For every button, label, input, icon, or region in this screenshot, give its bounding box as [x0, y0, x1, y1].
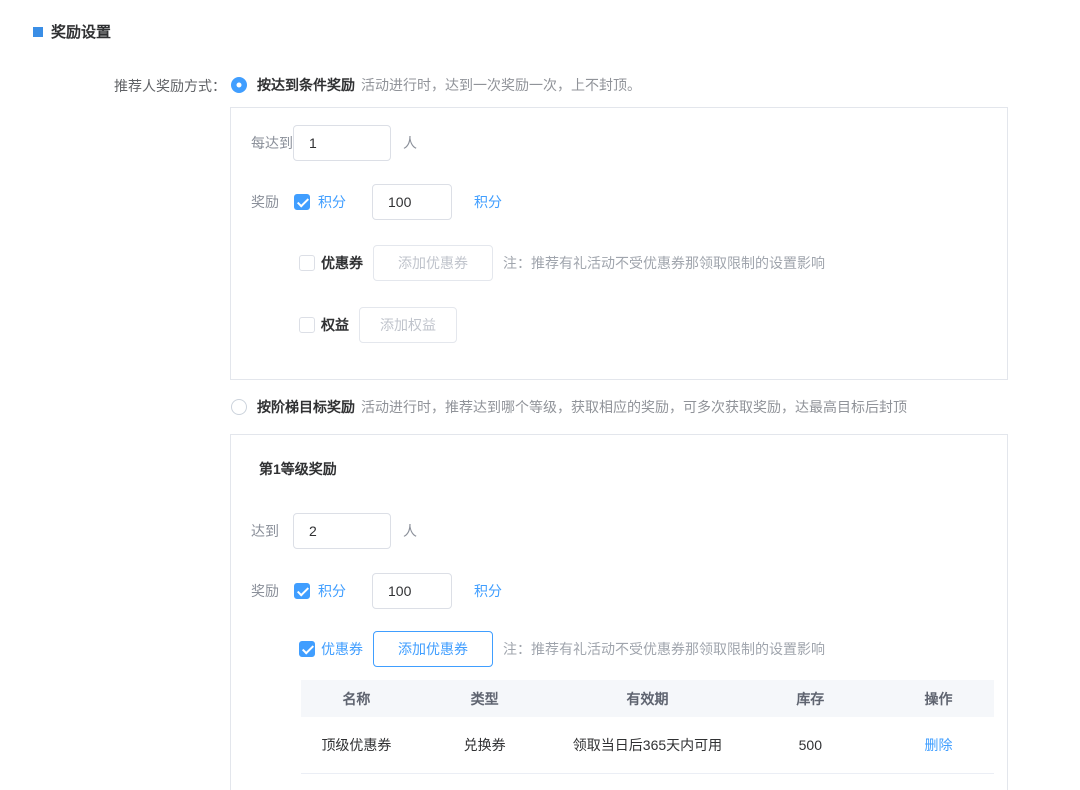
condition-reward-panel: 每达到 人 奖励 积分 积分 优惠券 添加优惠券 注：推荐有礼活动不受优惠券那领…	[230, 107, 1008, 380]
add-coupon-button[interactable]: 添加优惠券	[373, 631, 493, 667]
benefit-checkbox-label[interactable]: 权益	[321, 315, 349, 335]
radio-option-desc: 活动进行时，推荐达到哪个等级，获取相应的奖励，可多次获取奖励，达最高目标后封顶	[361, 397, 907, 417]
delete-coupon-link[interactable]: 删除	[925, 737, 953, 753]
coupon-table-header: 名称 类型 有效期 库存 操作	[301, 680, 994, 717]
coupon-checkbox-label[interactable]: 优惠券	[321, 639, 363, 659]
tier-points-reward-row: 奖励 积分 积分	[251, 573, 502, 609]
tier-level1-title: 第1等级奖励	[259, 459, 337, 479]
tier-reach-count-row: 达到 人	[251, 513, 417, 549]
benefit-reward-row: 权益 添加权益	[251, 307, 457, 343]
tier-reach-count-input[interactable]	[293, 513, 391, 549]
tier-points-amount-input[interactable]	[372, 573, 452, 609]
points-reward-row: 奖励 积分 积分	[251, 184, 502, 220]
reach-label: 达到	[251, 521, 293, 541]
col-header-type: 类型	[412, 689, 558, 709]
coupon-checkbox-label[interactable]: 优惠券	[321, 253, 363, 273]
col-header-name: 名称	[301, 689, 412, 709]
radio-checked-icon[interactable]	[231, 77, 247, 93]
points-checkbox-label[interactable]: 积分	[318, 192, 346, 212]
points-checkbox-label[interactable]: 积分	[318, 581, 346, 601]
points-amount-input[interactable]	[372, 184, 452, 220]
coupon-reward-row: 优惠券 添加优惠券 注：推荐有礼活动不受优惠券那领取限制的设置影响	[251, 245, 825, 281]
coupon-note: 注：推荐有礼活动不受优惠券那领取限制的设置影响	[503, 639, 825, 659]
radio-option-tier-reward[interactable]: 按阶梯目标奖励 活动进行时，推荐达到哪个等级，获取相应的奖励，可多次获取奖励，达…	[231, 397, 907, 417]
benefit-checkbox-unchecked-icon[interactable]	[299, 317, 315, 333]
coupon-table-row: 顶级优惠券 兑换券 领取当日后365天内可用 500 删除	[301, 717, 994, 774]
reward-label: 奖励	[251, 581, 279, 601]
coupon-validity-cell: 领取当日后365天内可用	[557, 735, 737, 755]
col-header-action: 操作	[883, 689, 994, 709]
radio-unchecked-icon[interactable]	[231, 399, 247, 415]
tier-level1-panel: 第1等级奖励 达到 人 奖励 积分 积分 优惠券 添加优惠券 注：推荐有礼活动不…	[230, 434, 1008, 790]
col-header-stock: 库存	[738, 689, 884, 709]
reach-unit-label: 人	[403, 133, 417, 153]
col-header-validity: 有效期	[557, 689, 737, 709]
points-unit-label: 积分	[474, 581, 502, 601]
reach-label: 每达到	[251, 133, 293, 153]
coupon-type-cell: 兑换券	[412, 735, 558, 755]
radio-option-desc: 活动进行时，达到一次奖励一次，上不封顶。	[361, 75, 641, 95]
coupon-note: 注：推荐有礼活动不受优惠券那领取限制的设置影响	[503, 253, 825, 273]
reach-count-input[interactable]	[293, 125, 391, 161]
coupon-table: 名称 类型 有效期 库存 操作 顶级优惠券 兑换券 领取当日后365天内可用 5…	[301, 680, 994, 774]
points-checkbox-checked-icon[interactable]	[294, 194, 310, 210]
radio-option-name[interactable]: 按达到条件奖励	[257, 75, 355, 95]
reach-count-row: 每达到 人	[251, 125, 417, 161]
reward-label: 奖励	[251, 192, 279, 212]
coupon-name-cell: 顶级优惠券	[301, 735, 412, 755]
section-marker-icon	[33, 27, 43, 37]
tier-coupon-reward-row: 优惠券 添加优惠券 注：推荐有礼活动不受优惠券那领取限制的设置影响	[251, 631, 825, 667]
points-unit-label: 积分	[474, 192, 502, 212]
coupon-stock-cell: 500	[738, 737, 884, 753]
radio-option-name[interactable]: 按阶梯目标奖励	[257, 397, 355, 417]
section-header: 奖励设置	[33, 21, 111, 42]
radio-option-condition-reward[interactable]: 按达到条件奖励 活动进行时，达到一次奖励一次，上不封顶。	[231, 75, 641, 95]
reward-settings-page: 奖励设置 推荐人奖励方式： 按达到条件奖励 活动进行时，达到一次奖励一次，上不封…	[0, 0, 1080, 790]
reach-unit-label: 人	[403, 521, 417, 541]
add-benefit-button[interactable]: 添加权益	[359, 307, 457, 343]
coupon-checkbox-unchecked-icon[interactable]	[299, 255, 315, 271]
points-checkbox-checked-icon[interactable]	[294, 583, 310, 599]
section-title: 奖励设置	[51, 21, 111, 42]
coupon-checkbox-checked-icon[interactable]	[299, 641, 315, 657]
reward-mode-label: 推荐人奖励方式：	[60, 76, 226, 96]
add-coupon-button[interactable]: 添加优惠券	[373, 245, 493, 281]
